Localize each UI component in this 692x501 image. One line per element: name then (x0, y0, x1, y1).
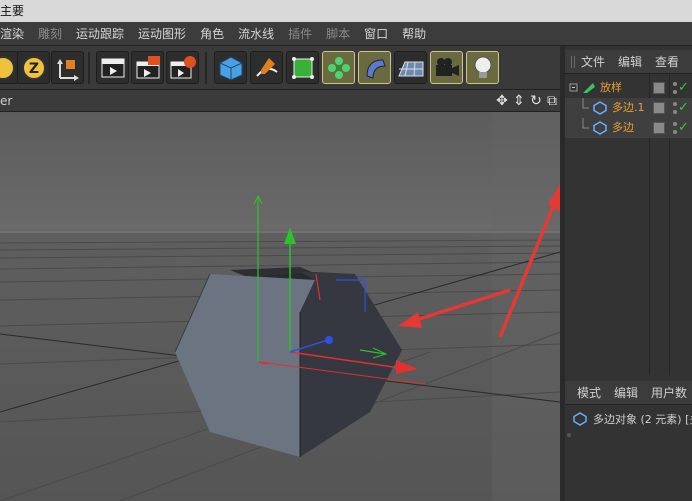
menu-file[interactable]: 文件 (581, 53, 605, 70)
pen-spline-icon (255, 57, 278, 77)
cloner-button[interactable] (322, 51, 355, 84)
viewport-header: er ✥ ⇕ ↻ ⧉ (0, 90, 560, 112)
enabled-check-icon[interactable]: ✓ (678, 99, 689, 117)
cube-icon (219, 55, 242, 81)
cube-button[interactable] (214, 51, 247, 84)
deformer-bend-button[interactable] (358, 51, 391, 84)
subdivision-button[interactable] (286, 51, 319, 84)
render-view-icon (101, 58, 124, 77)
3d-viewport[interactable] (0, 112, 560, 501)
menu-item-sculpt[interactable]: 雕刻 (31, 22, 69, 46)
menu-item-mograph[interactable]: 运动图形 (131, 22, 193, 46)
attribute-object-label: 多边对象 (2 元素) [多 (593, 413, 692, 426)
attribute-manager-panel: 模式 编辑 用户数 多边对象 (2 元素) [多 (565, 381, 692, 501)
menu-edit[interactable]: 编辑 (614, 384, 638, 401)
render-settings-button[interactable] (166, 51, 199, 84)
menu-bar: 渲染 雕刻 运动跟踪 运动图形 角色 流水线 插件 脚本 窗口 帮助 (0, 22, 692, 46)
menu-item-character[interactable]: 角色 (193, 22, 231, 46)
light-button[interactable] (466, 51, 499, 84)
menu-item-motion-tracking[interactable]: 运动跟踪 (69, 22, 131, 46)
coordinate-system-icon (56, 58, 79, 81)
tree-row-polygon[interactable]: 多边 ✓ (565, 118, 692, 138)
menu-user-data[interactable]: 用户数 (651, 384, 687, 401)
menu-view[interactable]: 查看 (655, 53, 679, 70)
window-title: 主要 (0, 4, 25, 18)
floor-icon (397, 61, 423, 76)
move-view-icon[interactable]: ✥ (494, 93, 510, 109)
menu-edit[interactable]: 编辑 (618, 53, 642, 70)
menu-item-pipeline[interactable]: 流水线 (231, 22, 281, 46)
object-manager-menu: 文件 编辑 查看 (565, 50, 692, 74)
render-view-button[interactable] (96, 51, 129, 84)
camera-button[interactable] (430, 51, 463, 84)
object-manager-panel: 文件 编辑 查看 放样 ✓ 多边.1 ✓ 多边 ✓ (565, 50, 692, 375)
viewport-scene (0, 112, 560, 501)
polygon-icon (593, 101, 607, 115)
z-axis-button[interactable]: Z (17, 51, 50, 84)
title-bar: 主要 (0, 0, 692, 22)
polygon-icon (573, 412, 587, 426)
panel-grip-icon[interactable] (571, 55, 575, 68)
menu-item-help[interactable]: 帮助 (395, 22, 433, 46)
z-axis-icon: Z (21, 55, 46, 80)
y-axis-icon (0, 55, 15, 80)
visibility-tag-icon[interactable] (653, 122, 665, 134)
coordinate-system-button[interactable] (51, 51, 84, 84)
enabled-check-icon[interactable]: ✓ (678, 119, 689, 137)
menu-item-script[interactable]: 脚本 (319, 22, 357, 46)
zoom-view-icon[interactable]: ⇕ (511, 93, 527, 109)
menu-mode[interactable]: 模式 (577, 384, 601, 401)
cloner-icon (327, 56, 350, 79)
visibility-tag-icon[interactable] (653, 102, 665, 114)
maximize-view-icon[interactable]: ⧉ (544, 93, 560, 109)
tree-name-polygon[interactable]: 多边 (612, 118, 634, 138)
light-icon (474, 56, 491, 78)
cinema4d-window: 主要 渲染 雕刻 运动跟踪 运动图形 角色 流水线 插件 脚本 窗口 帮助 Z (0, 0, 692, 501)
svg-text:Z: Z (28, 61, 38, 77)
tree-row-loft[interactable]: 放样 ✓ (565, 78, 692, 98)
menu-item-window[interactable]: 窗口 (357, 22, 395, 46)
render-settings-icon (170, 55, 196, 78)
tree-name-polygon-1[interactable]: 多边.1 (612, 98, 645, 118)
menu-item-plugins[interactable]: 插件 (281, 22, 319, 46)
attribute-manager-menu: 模式 编辑 用户数 (565, 381, 692, 405)
loft-icon (569, 83, 595, 93)
camera-icon (435, 57, 459, 76)
tree-name-loft[interactable]: 放样 (600, 78, 622, 98)
floor-button[interactable] (394, 51, 427, 84)
viewport-menu-label[interactable]: er (0, 90, 12, 112)
tree-row-polygon-1[interactable]: 多边.1 ✓ (565, 98, 692, 118)
rotate-view-icon[interactable]: ↻ (528, 93, 544, 109)
deformer-bend-icon (365, 58, 386, 79)
render-picture-viewer-button[interactable] (131, 51, 164, 84)
subdivision-icon (291, 56, 314, 79)
enabled-check-icon[interactable]: ✓ (678, 79, 689, 97)
attribute-object-line: 多边对象 (2 元素) [多 (573, 411, 692, 427)
visibility-tag-icon[interactable] (653, 82, 665, 94)
main-toolbar: Z (0, 46, 560, 90)
polygon-icon (593, 121, 607, 135)
menu-item-render[interactable]: 渲染 (0, 22, 31, 46)
render-picture-viewer-icon (136, 55, 160, 78)
pen-spline-button[interactable] (250, 51, 283, 84)
